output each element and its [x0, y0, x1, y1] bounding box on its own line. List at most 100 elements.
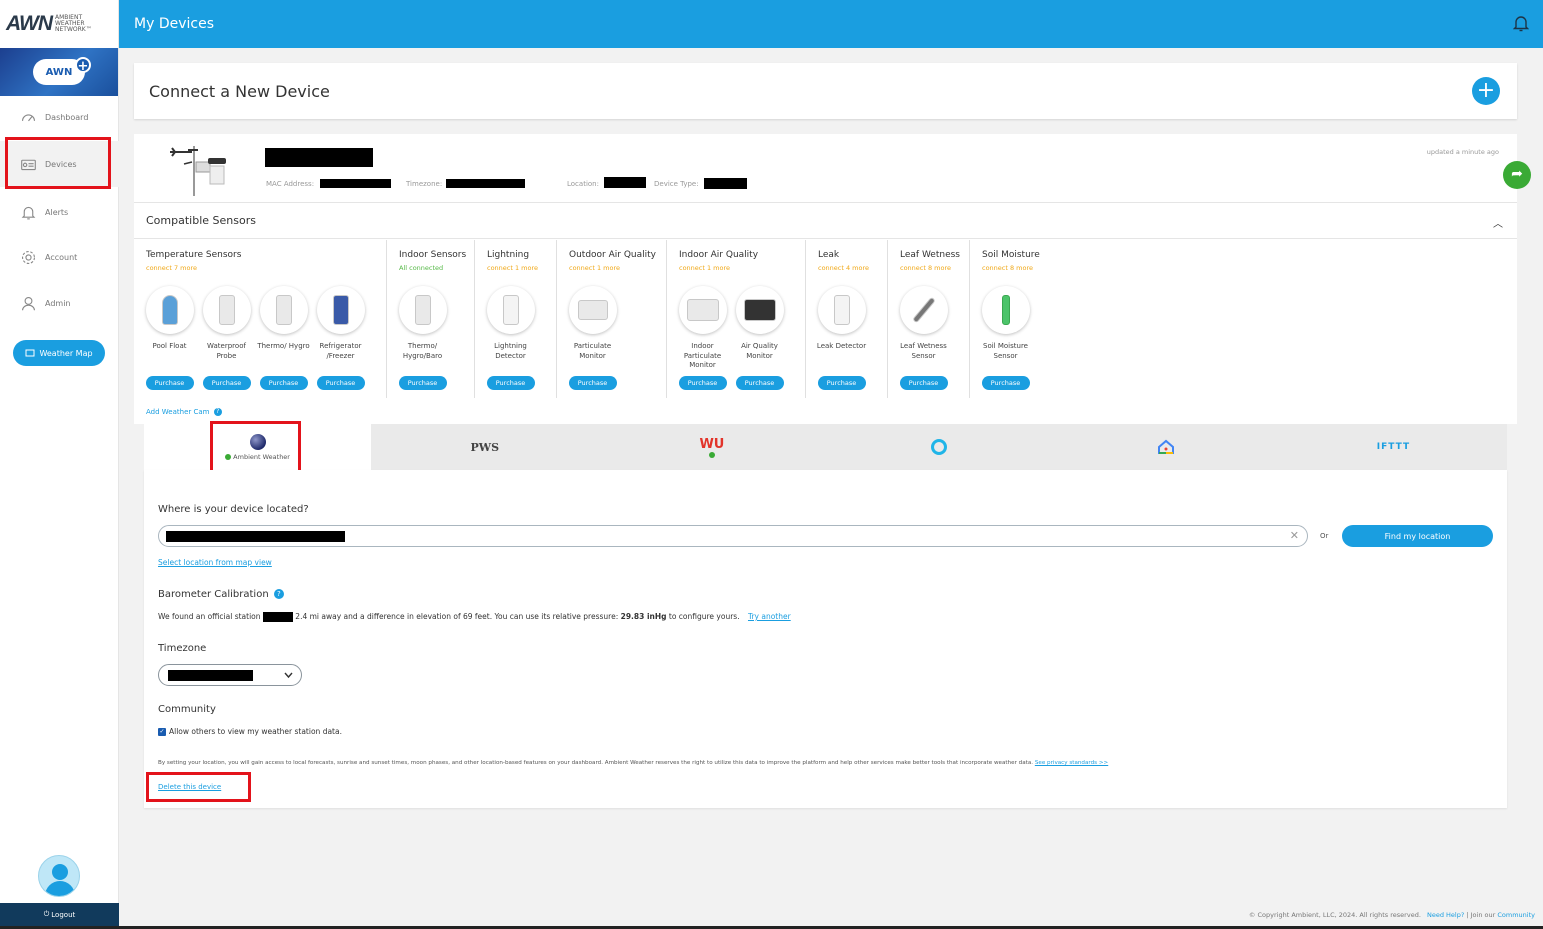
help-icon[interactable]: ?: [273, 589, 284, 599]
page-title: My Devices: [134, 16, 214, 32]
baro-pressure-value: 29.83 inHg: [620, 612, 667, 621]
share-device-button[interactable]: ➦: [1503, 161, 1531, 189]
sensor-name: Air Quality Monitor: [741, 342, 778, 360]
tab-pws[interactable]: PWS: [371, 424, 598, 470]
purchase-button[interactable]: Purchase: [678, 376, 727, 390]
location-input[interactable]: ✕: [158, 525, 1308, 547]
sensor-group-leak: Leak connect 4 more Leak Detector Purcha…: [806, 240, 888, 398]
waterproof-probe-image: [202, 286, 251, 334]
connected-check-icon: [708, 451, 715, 458]
purchase-button[interactable]: Purchase: [145, 376, 194, 390]
tab-alexa[interactable]: [826, 424, 1053, 470]
purchase-button[interactable]: Purchase: [817, 376, 866, 390]
select-from-map-link[interactable]: Select location from map view: [158, 558, 272, 567]
sensor-item: Lightning Detector Purchase: [482, 286, 539, 390]
awn-logo[interactable]: AWN AMBIENT WEATHER NETWORK™: [0, 0, 118, 48]
clear-icon[interactable]: ✕: [1290, 529, 1299, 542]
sensor-item: Thermo/ Hygro/Baro Purchase: [394, 286, 451, 390]
connect-new-device-card[interactable]: Connect a New Device +: [134, 63, 1517, 119]
purchase-button[interactable]: Purchase: [316, 376, 365, 390]
gear-icon: [21, 250, 36, 264]
join-text: | Join our: [1466, 911, 1496, 919]
sensor-group-title: Soil Moisture: [982, 250, 1040, 260]
purchase-button[interactable]: Purchase: [202, 376, 251, 390]
allow-others-checkbox[interactable]: ✓: [158, 727, 166, 736]
sidebar-item-account[interactable]: Account: [0, 234, 119, 280]
sidebar-item-admin[interactable]: Admin: [0, 280, 119, 326]
find-my-location-button[interactable]: Find my location: [1342, 525, 1493, 547]
add-weather-cam-label: Add Weather Cam: [146, 408, 210, 416]
compatible-sensors-header[interactable]: Compatible Sensors ︿: [134, 203, 1517, 239]
thermo-hygro-image: [259, 286, 308, 334]
sensor-group-status: connect 8 more: [900, 264, 952, 272]
purchase-button[interactable]: Purchase: [899, 376, 948, 390]
add-weather-cam-link[interactable]: Add Weather Cam ?: [146, 408, 222, 416]
sensor-item: Leaf Wetness Sensor Purchase: [895, 286, 952, 390]
mac-address-label: MAC Address:: [266, 180, 315, 188]
sensor-item: Soil Moisture Sensor Purchase: [977, 286, 1034, 390]
notification-bell-icon[interactable]: [1513, 14, 1529, 32]
weather-map-button[interactable]: Weather Map: [13, 340, 105, 366]
purchase-button[interactable]: Purchase: [568, 376, 617, 390]
sensor-group-title: Leaf Wetness: [900, 250, 960, 260]
thermo-hygro-baro-image: [398, 286, 447, 334]
logo-text-line3: NETWORK™: [55, 26, 92, 33]
try-another-link[interactable]: Try another: [748, 612, 791, 621]
sidebar-item-dashboard[interactable]: Dashboard: [0, 94, 119, 140]
help-icon[interactable]: ?: [213, 408, 222, 416]
sensor-group-status: All connected: [399, 264, 444, 272]
sensor-group-indoor-air-quality: Indoor Air Quality connect 1 more Indoor…: [667, 240, 806, 398]
purchase-button[interactable]: Purchase: [398, 376, 447, 390]
refrigerator-freezer-image: [316, 286, 365, 334]
avatar[interactable]: [38, 855, 80, 897]
device-type-label: Device Type:: [654, 180, 699, 188]
chevron-up-icon[interactable]: ︿: [1493, 215, 1503, 230]
logo-mark: AWN: [6, 12, 53, 35]
privacy-standards-link[interactable]: See privacy standards >>: [1035, 760, 1108, 766]
logout-button[interactable]: ⏻ Logout: [0, 903, 119, 926]
timezone-title: Timezone: [158, 643, 207, 654]
sensor-group-temperature: Temperature Sensors connect 7 more Pool …: [134, 240, 387, 398]
sidebar-item-alerts[interactable]: Alerts: [0, 189, 119, 235]
purchase-button[interactable]: Purchase: [981, 376, 1030, 390]
location-label: Location:: [567, 180, 599, 188]
leak-detector-image: [817, 286, 866, 334]
share-arrow-icon: ➦: [1511, 166, 1523, 182]
purchase-button[interactable]: Purchase: [486, 376, 535, 390]
tab-ifttt[interactable]: IFTTT: [1280, 424, 1507, 470]
sensor-name: Lightning Detector: [494, 342, 527, 360]
allow-others-label: Allow others to view my weather station …: [169, 727, 342, 736]
tab-google-home[interactable]: [1053, 424, 1280, 470]
purchase-button[interactable]: Purchase: [259, 376, 308, 390]
timezone-select[interactable]: [158, 664, 302, 686]
purchase-button[interactable]: Purchase: [735, 376, 784, 390]
sensor-group-status: connect 1 more: [679, 264, 731, 272]
allow-others-row[interactable]: ✓ Allow others to view my weather statio…: [158, 727, 342, 736]
sensor-name: Particulate Monitor: [573, 342, 612, 360]
leaf-wetness-sensor-image: [899, 286, 948, 334]
alexa-ring-icon: [931, 439, 948, 455]
sensor-item: Refrigerator /Freezer Purchase: [312, 286, 369, 390]
google-home-icon: [1158, 439, 1175, 454]
highlight-devices: [5, 137, 111, 189]
sidebar-item-label: Dashboard: [45, 112, 89, 122]
add-device-button[interactable]: +: [1472, 77, 1500, 105]
sensor-group-title: Lightning: [487, 250, 530, 260]
avatar-head-shape: [52, 864, 68, 880]
sensor-name: Thermo/ Hygro/Baro: [402, 342, 443, 360]
sensor-name: Refrigerator /Freezer: [319, 342, 362, 360]
highlight-ambient-tab: [210, 421, 301, 475]
sensor-name: Thermo/ Hygro: [257, 342, 310, 350]
avatar-body-shape: [45, 881, 75, 896]
sensor-item: Thermo/ Hygro Purchase: [255, 286, 312, 390]
sensor-item: Pool Float Purchase: [141, 286, 198, 390]
community-link[interactable]: Community: [1497, 911, 1535, 919]
need-help-link[interactable]: Need Help?: [1427, 911, 1464, 919]
device-settings-panel: Where is your device located? ✕ Or Find …: [144, 470, 1507, 808]
sidebar: AWN AMBIENT WEATHER NETWORK™ AWN + Dashb…: [0, 0, 119, 929]
awn-plus-banner[interactable]: AWN +: [0, 48, 118, 96]
tab-wunderground[interactable]: WU: [598, 424, 825, 470]
sensor-group-outdoor-air-quality: Outdoor Air Quality connect 1 more Parti…: [557, 240, 667, 398]
mac-address-redacted: [320, 179, 391, 188]
location-question: Where is your device located?: [158, 504, 309, 515]
